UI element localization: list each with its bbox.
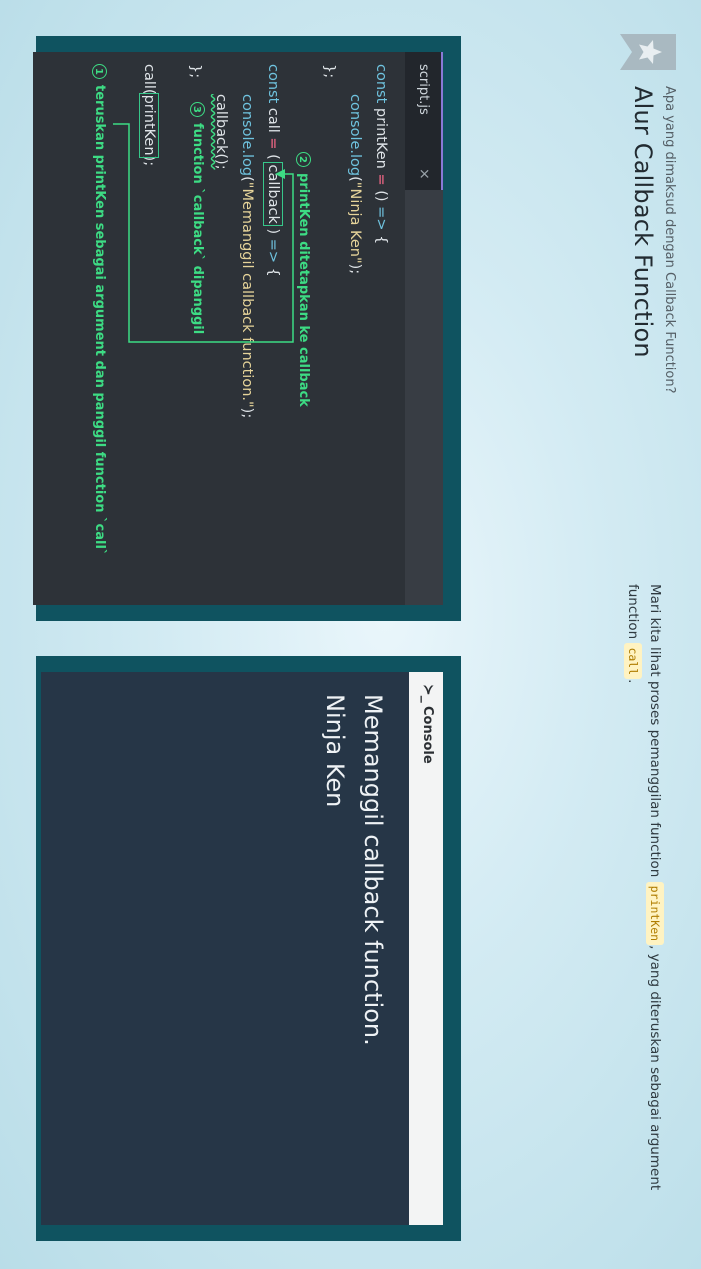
page-title: Alur Callback Function [629, 86, 657, 358]
console-header: ≻_ Console [409, 672, 443, 1225]
console-output: Memanggil callback function. Ninja Ken [41, 672, 409, 1225]
description-text: Mari kita lihat proses pemanggilan funct… [647, 584, 663, 878]
description: Mari kita lihat proses pemanggilan funct… [622, 584, 666, 1244]
flow-arrow [113, 123, 294, 343]
terminal-prompt-icon: ≻_ [420, 684, 436, 703]
code-editor: script.js × const printKen = () => { con… [33, 52, 443, 605]
stage: Apa yang dimaksud dengan Callback Functi… [0, 0, 701, 1269]
description-text: . [625, 679, 641, 684]
console-title: Console [420, 706, 435, 764]
star-bookmark-icon [620, 34, 676, 70]
page-subtitle: Apa yang dimaksud dengan Callback Functi… [662, 86, 677, 394]
code-chip-call: call [624, 643, 642, 680]
code-chip-printken: printKen [646, 881, 664, 946]
console-line: Ninja Ken [321, 694, 349, 808]
console-line: Memanggil callback function. [359, 694, 387, 1046]
